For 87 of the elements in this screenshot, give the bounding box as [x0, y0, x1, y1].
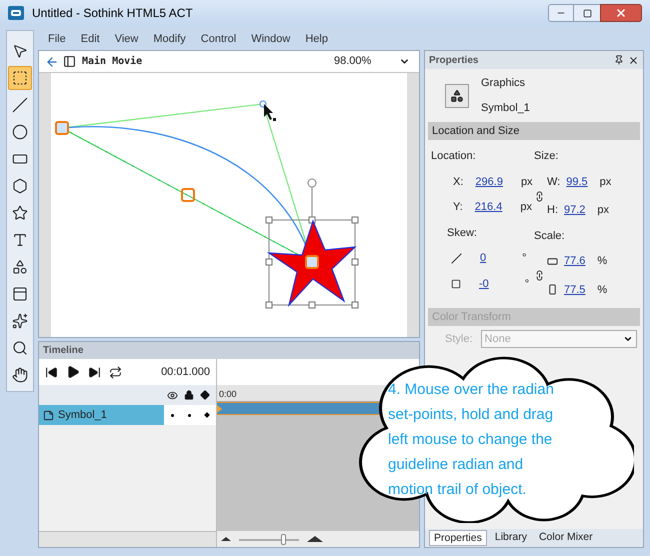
forward-icon[interactable]	[88, 366, 101, 378]
section-header: Location and Size	[428, 122, 640, 140]
layer-row[interactable]: Symbol_1	[39, 405, 216, 425]
hand-icon	[12, 367, 28, 383]
field-label: Size:	[534, 149, 560, 164]
field-label: Location:	[431, 149, 477, 164]
constrain-link-icon[interactable]	[534, 270, 545, 281]
keyframe-handle[interactable]	[305, 255, 319, 269]
panel-tab[interactable]: Library	[490, 530, 531, 546]
panel-icon	[63, 55, 76, 68]
unit-label: %	[597, 254, 608, 269]
close-icon[interactable]	[628, 54, 639, 66]
symbol-type: Graphics	[481, 76, 526, 91]
menu-item[interactable]: Control	[200, 30, 236, 48]
unit-label: °	[522, 251, 527, 266]
text-icon	[12, 232, 28, 248]
field-label: Skew:	[446, 226, 478, 240]
value-link[interactable]: 0	[480, 250, 486, 266]
layer-name: Symbol_1	[58, 408, 107, 423]
value-link[interactable]: 77.5	[564, 282, 586, 298]
lock-icon[interactable]	[184, 390, 194, 400]
breadcrumb[interactable]: Main Movie	[82, 54, 142, 69]
menu-item[interactable]: Edit	[80, 30, 100, 48]
symbol-icon	[445, 84, 469, 108]
field-label: Y:	[453, 200, 463, 215]
field-label: W:	[547, 174, 560, 190]
menu-item[interactable]: Help	[305, 30, 328, 48]
diamond-icon[interactable]	[200, 390, 210, 400]
selection-box[interactable]	[266, 178, 358, 308]
line-icon	[12, 97, 28, 113]
play-icon[interactable]	[66, 365, 80, 379]
tool-button[interactable]	[8, 66, 32, 90]
callout-text: 4. Mouse over the radian set-points, hold and drag left mouse to change the guideline radian and motion trail of object.	[388, 380, 554, 500]
star-shape[interactable]	[266, 219, 357, 308]
field-label: H:	[547, 203, 558, 218]
maximize-icon	[582, 8, 592, 18]
maximize-button[interactable]	[574, 4, 600, 22]
app-logo-icon	[8, 6, 24, 20]
symbol-name: Symbol_1	[481, 100, 530, 116]
close-button[interactable]	[600, 4, 642, 22]
unit-label: px	[520, 200, 532, 215]
back-arrow-icon[interactable]	[45, 54, 59, 68]
pin-icon[interactable]	[614, 55, 624, 65]
layer-icon	[43, 410, 54, 420]
unit-label: %	[597, 282, 608, 298]
time-display: 00:01.000	[161, 364, 210, 380]
cursor-icon	[264, 104, 276, 121]
ellipse-icon	[12, 124, 28, 140]
field-label: Scale:	[534, 228, 566, 244]
value-link[interactable]: 99.5	[566, 174, 588, 190]
dashed-square-icon	[12, 70, 28, 86]
hexagon-icon	[12, 178, 28, 194]
panel-tab[interactable]: Color Mixer	[534, 530, 597, 546]
menu-item[interactable]: View	[114, 30, 138, 48]
loop-icon[interactable]	[109, 366, 122, 378]
value-link[interactable]: -0	[479, 276, 489, 292]
search-icon	[12, 340, 28, 356]
menu-item[interactable]: Modify	[153, 30, 186, 48]
ruler-label: 0:00	[219, 388, 237, 400]
panel-icon	[12, 286, 28, 302]
pointer-icon	[12, 43, 28, 59]
constrain-link-icon[interactable]	[534, 190, 545, 202]
value-link[interactable]: 216.4	[474, 199, 502, 216]
panel-title: Properties	[429, 54, 478, 68]
rewind-icon[interactable]	[45, 366, 58, 378]
zoom-slider[interactable]	[237, 534, 301, 544]
menu-item[interactable]: File	[48, 30, 66, 48]
eye-icon[interactable]	[167, 390, 178, 400]
menu-item[interactable]: Window	[251, 30, 290, 48]
value-link[interactable]: 77.6	[564, 253, 586, 270]
star-icon	[12, 205, 28, 221]
unit-label: px	[600, 174, 612, 190]
panel-title: Timeline	[43, 344, 84, 358]
sparkle-icon	[12, 313, 28, 329]
zoom-in-icon[interactable]	[307, 536, 323, 542]
unit-label: °	[524, 276, 530, 292]
zoom-out-icon[interactable]	[221, 537, 231, 541]
unit-label: px	[597, 203, 610, 218]
close-icon	[615, 7, 627, 19]
field-label: Style:	[445, 332, 473, 347]
panel-tab[interactable]: Properties	[429, 530, 487, 546]
unit-label: px	[520, 174, 533, 190]
value-link[interactable]: 97.2	[564, 202, 586, 218]
shapes-icon	[12, 259, 28, 275]
window-title: Untitled - Sothink HTML5 ACT	[32, 5, 193, 22]
field-label: X:	[453, 174, 464, 190]
value-link[interactable]: 296.9	[475, 174, 503, 190]
